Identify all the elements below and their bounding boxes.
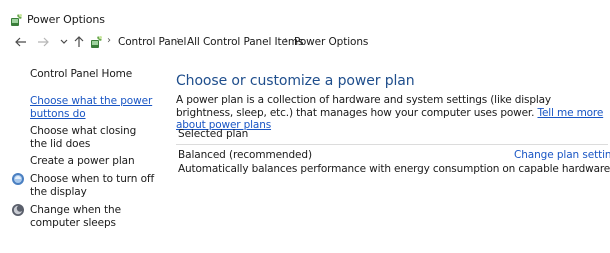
change-plan-settings-link[interactable]: Change plan settings <box>514 149 610 161</box>
sidebar-item-create-plan[interactable]: Create a power plan <box>30 155 155 168</box>
chevron-right-icon[interactable]: › <box>176 35 180 46</box>
title-bar: Power Options <box>0 0 610 32</box>
sleep-moon-icon <box>12 204 24 216</box>
selected-plan-label: Selected plan <box>178 128 249 140</box>
breadcrumb-power-options[interactable]: Power Options <box>294 36 368 48</box>
plan-explanation-text: A power plan is a collection of hardware… <box>176 94 552 119</box>
plan-explanation: A power plan is a collection of hardware… <box>176 94 606 132</box>
window-title: Power Options <box>27 13 105 26</box>
address-bar: › Control Panel › All Control Panel Item… <box>0 32 610 52</box>
sidebar-item-turn-off-display[interactable]: Choose when to turn off the display <box>30 173 155 198</box>
sidebar-item-computer-sleeps[interactable]: Change when the computer sleeps <box>30 204 155 229</box>
page-title: Choose or customize a power plan <box>176 73 415 89</box>
sidebar-item-closing-lid[interactable]: Choose what closing the lid does <box>30 125 155 150</box>
chevron-right-icon[interactable]: › <box>284 35 288 46</box>
chevron-down-icon[interactable] <box>57 32 71 52</box>
up-arrow-icon[interactable] <box>72 32 86 52</box>
back-arrow-icon[interactable] <box>14 32 28 52</box>
control-panel-home-link[interactable]: Control Panel Home <box>30 68 132 80</box>
sidebar-item-power-buttons[interactable]: Choose what the power buttons do <box>30 95 155 120</box>
section-divider <box>176 144 608 145</box>
chevron-right-icon: › <box>107 35 111 46</box>
display-icon <box>12 173 24 185</box>
power-options-icon <box>91 36 102 48</box>
plan-description: Automatically balances performance with … <box>178 163 610 175</box>
power-options-icon <box>11 14 22 26</box>
forward-arrow-icon[interactable] <box>36 32 50 52</box>
plan-name: Balanced (recommended) <box>178 149 312 161</box>
